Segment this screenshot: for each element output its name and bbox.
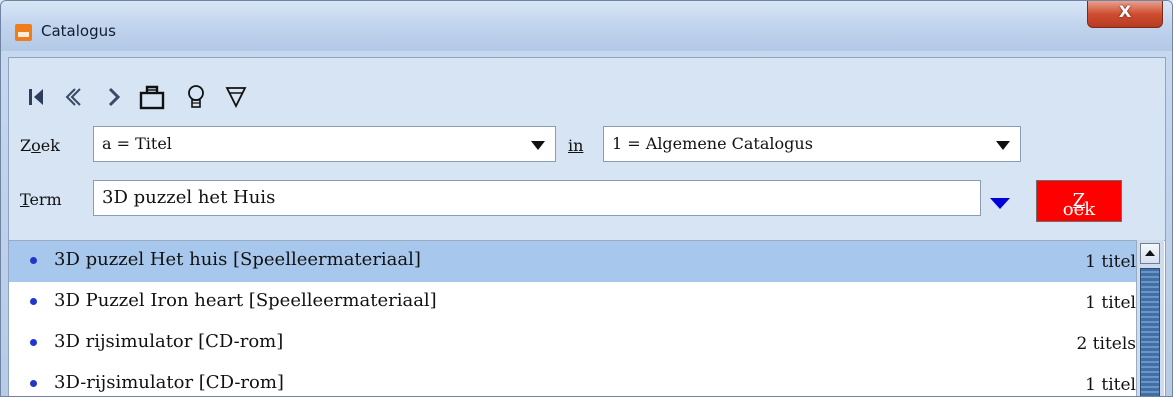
scroll-thumb[interactable]	[1140, 268, 1160, 396]
zoek-button-label: Zoek	[1062, 190, 1096, 220]
bullet-icon	[30, 339, 37, 346]
result-count: 1 titel	[1085, 252, 1136, 272]
client-area: Zoek a = Titel in 1 = Algemene Catalogus…	[8, 57, 1166, 396]
previous-icon[interactable]	[59, 82, 89, 112]
term-value: 3D puzzel het Huis	[102, 187, 276, 208]
catalogus-window: Catalogus X Zoek a = Titel in 1 = Algeme…	[0, 0, 1173, 397]
catalogue-value: 1 = Algemene Catalogus	[612, 134, 813, 153]
bullet-icon	[30, 257, 37, 264]
result-title: 3D-rijsimulator [CD-rom]	[54, 372, 284, 393]
result-count: 2 titels	[1076, 334, 1136, 354]
close-icon: X	[1118, 2, 1132, 21]
close-button[interactable]: X	[1087, 1, 1163, 28]
first-icon[interactable]	[21, 82, 51, 112]
in-label: in	[568, 136, 584, 155]
window-title: Catalogus	[41, 22, 116, 40]
vertical-scrollbar[interactable]	[1136, 240, 1164, 396]
result-title: 3D puzzel Het huis [Speelleermateriaal]	[54, 249, 421, 270]
result-title: 3D rijsimulator [CD-rom]	[54, 331, 284, 352]
bullet-icon	[30, 380, 37, 387]
term-label: Term	[20, 190, 62, 209]
list-item[interactable]: 3D rijsimulator [CD-rom] 2 titels	[9, 323, 1136, 364]
lightbulb-icon[interactable]	[181, 82, 211, 112]
zoek-button[interactable]: Zoek	[1036, 180, 1122, 222]
history-dropdown-icon[interactable]	[990, 198, 1010, 209]
list-item[interactable]: 3D Puzzel Iron heart [Speelleermateriaal…	[9, 282, 1136, 323]
list-item[interactable]: 3D-rijsimulator [CD-rom] 1 titel	[9, 364, 1136, 396]
list-item[interactable]: 3D puzzel Het huis [Speelleermateriaal] …	[9, 241, 1136, 282]
zoek-label: Zoek	[20, 136, 60, 155]
zoek-field-value: a = Titel	[102, 134, 172, 153]
search-panel: Zoek a = Titel in 1 = Algemene Catalogus…	[9, 58, 1165, 240]
zoek-field-select[interactable]: a = Titel	[93, 126, 556, 162]
app-icon	[15, 24, 32, 41]
scroll-up-icon[interactable]	[1140, 243, 1160, 264]
basket-icon[interactable]	[137, 82, 167, 112]
result-title: 3D Puzzel Iron heart [Speelleermateriaal…	[54, 290, 437, 311]
result-count: 1 titel	[1085, 375, 1136, 395]
term-input[interactable]: 3D puzzel het Huis	[93, 180, 981, 216]
result-count: 1 titel	[1085, 293, 1136, 313]
results-list: 3D puzzel Het huis [Speelleermateriaal] …	[9, 240, 1165, 396]
chevron-down-icon	[531, 141, 545, 150]
filter-icon[interactable]	[221, 82, 251, 112]
bullet-icon	[30, 298, 37, 305]
title-bar[interactable]: Catalogus X	[1, 1, 1172, 51]
chevron-down-icon	[996, 141, 1010, 150]
catalogue-select[interactable]: 1 = Algemene Catalogus	[603, 126, 1021, 162]
next-icon[interactable]	[99, 82, 129, 112]
